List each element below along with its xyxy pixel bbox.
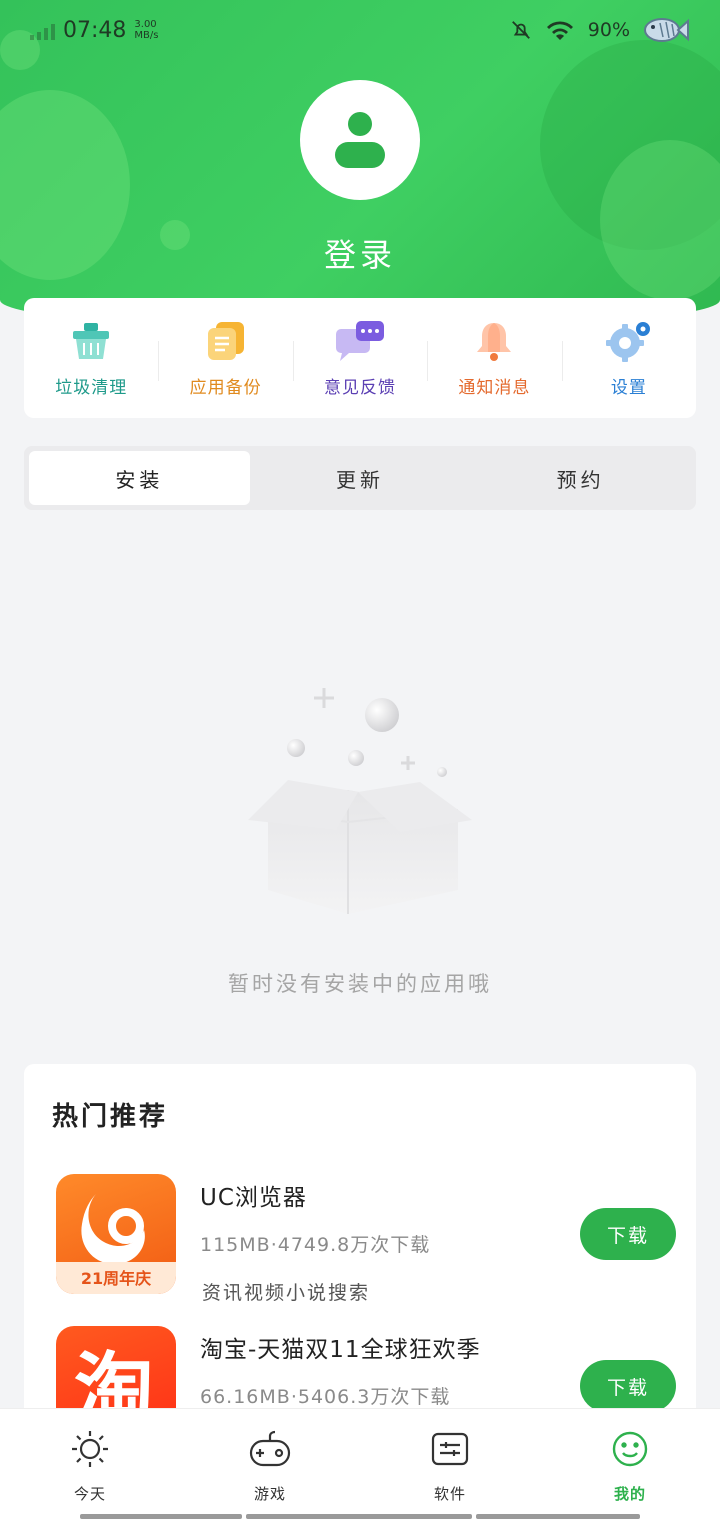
home-indicator — [246, 1514, 472, 1519]
bell-icon — [477, 322, 512, 361]
quick-action-settings[interactable]: 设置 — [561, 319, 696, 398]
quick-action-label: 通知消息 — [458, 377, 531, 398]
quick-actions: 垃圾清理 应用备份 意见反馈 通知消息 设置 — [24, 298, 696, 418]
clock: 07:48 — [63, 17, 127, 43]
network-speed: 3.00 MB/s — [134, 19, 159, 41]
quick-action-junk-clean[interactable]: 垃圾清理 — [24, 319, 158, 398]
empty-box-illustration — [248, 688, 472, 914]
empty-state-message: 暂时没有安装中的应用哦 — [228, 972, 492, 996]
section-title: 热门推荐 — [52, 1102, 169, 1132]
nav-item-today[interactable]: 今天 — [0, 1409, 180, 1520]
battery-level: 90% — [587, 19, 630, 41]
app-name: UC浏览器 — [200, 1185, 307, 1211]
quick-action-label: 设置 — [610, 377, 647, 398]
nav-item-games[interactable]: 游戏 — [180, 1409, 360, 1520]
user-icon — [335, 112, 385, 168]
gamepad-icon — [249, 1430, 291, 1467]
home-indicator — [476, 1514, 640, 1519]
quick-action-feedback[interactable]: 意见反馈 — [292, 319, 427, 398]
bottom-navigation: 今天 游戏 软件 我的 — [0, 1408, 720, 1520]
app-list-item[interactable]: 21周年庆 UC浏览器 115MB·4749.8万次下载 资讯视频小说搜索 下载 — [56, 1174, 676, 1304]
trash-basket-icon — [73, 322, 110, 359]
nav-label: 软件 — [433, 1485, 466, 1503]
svg-text:21周年庆: 21周年庆 — [81, 1269, 151, 1288]
tab-reserve[interactable]: 预约 — [470, 451, 691, 505]
wifi-icon — [546, 21, 573, 40]
nav-label: 今天 — [73, 1485, 106, 1503]
gear-icon — [605, 321, 650, 362]
backup-doc-icon — [207, 321, 244, 360]
download-button[interactable]: 下载 — [580, 1360, 676, 1412]
app-description: 资讯视频小说搜索 — [202, 1282, 371, 1304]
chat-feedback-icon — [336, 320, 385, 361]
nav-label: 游戏 — [253, 1485, 286, 1503]
tab-update[interactable]: 更新 — [250, 451, 471, 505]
fish-icon — [644, 18, 689, 42]
profile-header: 07:48 3.00 MB/s 90% 登录 — [0, 0, 720, 330]
download-tabs: 安装 更新 预约 — [24, 446, 696, 510]
smiley-icon — [612, 1431, 648, 1467]
quick-action-label: 意见反馈 — [324, 377, 397, 398]
home-indicator — [80, 1514, 242, 1519]
quick-action-app-backup[interactable]: 应用备份 — [158, 319, 292, 398]
software-icon — [431, 1432, 469, 1466]
nav-label: 我的 — [613, 1485, 646, 1503]
avatar[interactable] — [300, 80, 420, 200]
nav-item-software[interactable]: 软件 — [360, 1409, 540, 1520]
status-bar: 07:48 3.00 MB/s 90% — [0, 0, 720, 60]
login-label[interactable]: 登录 — [0, 230, 720, 276]
sun-icon — [72, 1431, 108, 1467]
quick-action-label: 垃圾清理 — [55, 377, 128, 398]
app-meta: 66.16MB·5406.3万次下载 — [200, 1386, 451, 1408]
tab-install[interactable]: 安装 — [29, 451, 250, 505]
signal-icon — [30, 20, 55, 40]
mute-bell-icon — [511, 21, 530, 39]
download-button[interactable]: 下载 — [580, 1208, 676, 1260]
app-meta: 115MB·4749.8万次下载 — [200, 1234, 431, 1256]
quick-action-notifications[interactable]: 通知消息 — [427, 319, 561, 398]
app-name: 淘宝-天猫双11全球狂欢季 — [200, 1337, 481, 1363]
uc-browser-app-icon: 21周年庆 — [56, 1174, 176, 1294]
nav-item-mine[interactable]: 我的 — [540, 1409, 720, 1520]
quick-action-label: 应用备份 — [189, 377, 262, 398]
